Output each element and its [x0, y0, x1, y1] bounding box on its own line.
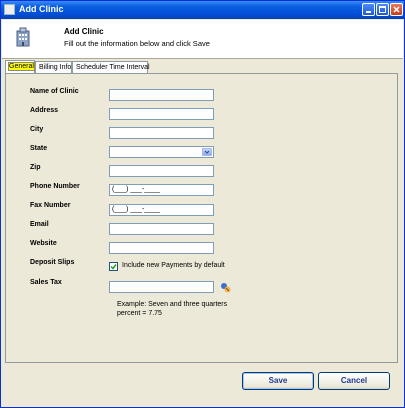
header-title: Add Clinic — [64, 27, 104, 36]
address-input[interactable] — [109, 108, 214, 120]
tab-general[interactable]: General — [5, 60, 35, 73]
city-label: City — [30, 126, 44, 133]
chevron-down-icon[interactable] — [202, 148, 212, 156]
sales-tax-example-note: Example: Seven and three quarters percen… — [117, 301, 228, 317]
general-tab-panel: Name of Clinic Address City State Zip Ph… — [5, 73, 398, 363]
state-label: State — [30, 145, 48, 152]
tab-scheduler-time-interval[interactable]: Scheduler Time Interval — [72, 61, 150, 73]
sales-tax-input[interactable] — [109, 281, 214, 293]
deposit-slips-label: Deposit Slips — [30, 259, 75, 266]
add-clinic-window: Add Clinic Add Clinic Fill out the infor… — [0, 0, 405, 408]
email-label: Email — [30, 221, 49, 228]
website-input[interactable] — [109, 242, 214, 254]
close-icon — [393, 6, 400, 13]
maximize-button[interactable] — [376, 3, 389, 16]
phone-number-label: Phone Number — [30, 183, 80, 190]
fax-number-input[interactable]: (___) ___-____ — [109, 204, 214, 216]
dialog-header: Add Clinic Fill out the information belo… — [2, 20, 403, 59]
tab-label: Billing Info — [39, 64, 72, 71]
address-label: Address — [30, 107, 59, 114]
tab-label: General — [8, 62, 35, 71]
close-button[interactable] — [390, 3, 403, 16]
cancel-button[interactable]: Cancel — [318, 372, 390, 390]
include-new-payments-checkbox[interactable] — [109, 262, 118, 271]
minimize-icon — [366, 11, 371, 13]
minimize-button[interactable] — [362, 3, 375, 16]
fax-number-label: Fax Number — [30, 202, 71, 209]
maximize-icon — [379, 6, 386, 13]
phone-number-input[interactable]: (___) ___-____ — [109, 184, 214, 196]
checkmark-icon — [110, 264, 117, 270]
zip-label: Zip — [30, 164, 41, 171]
city-input[interactable] — [109, 127, 214, 139]
building-icon — [16, 27, 30, 47]
calculator-icon[interactable] — [220, 282, 231, 293]
save-button[interactable]: Save — [242, 372, 314, 390]
app-icon — [4, 4, 15, 15]
window-title: Add Clinic — [19, 4, 64, 14]
tab-billing-info[interactable]: Billing Info — [35, 61, 72, 73]
website-label: Website — [30, 240, 57, 247]
title-bar[interactable]: Add Clinic — [1, 1, 404, 19]
tab-label: Scheduler Time Interval — [76, 64, 150, 71]
name-of-clinic-label: Name of Clinic — [30, 88, 79, 95]
sales-tax-label: Sales Tax — [30, 279, 62, 286]
header-subtitle: Fill out the information below and click… — [64, 39, 210, 48]
email-input[interactable] — [109, 223, 214, 235]
include-new-payments-label[interactable]: Include new Payments by default — [122, 262, 225, 269]
zip-input[interactable] — [109, 165, 214, 177]
name-of-clinic-input[interactable] — [109, 89, 214, 101]
state-select[interactable] — [109, 146, 214, 158]
